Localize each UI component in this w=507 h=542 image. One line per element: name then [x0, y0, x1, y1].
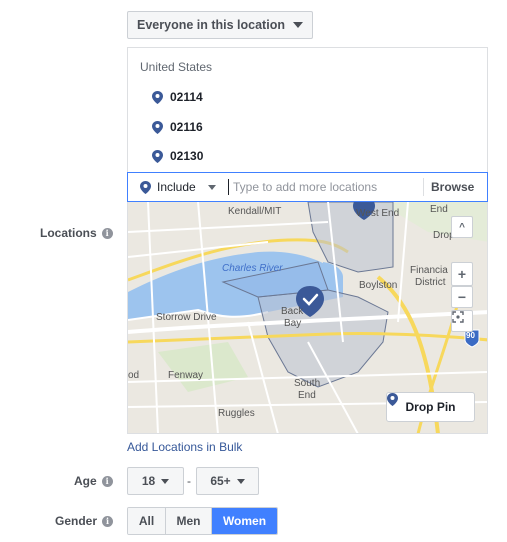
- map-label: Kendall/MIT: [228, 206, 282, 217]
- map-pin-icon: [387, 393, 398, 406]
- map-label: End: [298, 390, 316, 401]
- map-pin-icon: [152, 120, 163, 134]
- divider: [423, 178, 424, 196]
- age-min-dropdown[interactable]: 18: [127, 467, 184, 495]
- gender-label-text: Gender: [55, 514, 98, 528]
- map-label: Back: [281, 306, 304, 317]
- highway-shield-label: 90: [466, 331, 475, 340]
- location-item-label: 02130: [170, 149, 204, 163]
- locations-label: Locations i: [40, 226, 113, 240]
- age-range-dash: -: [187, 474, 191, 488]
- chevron-down-icon: [236, 478, 245, 484]
- chevron-down-icon: [161, 478, 170, 484]
- map-pan-up-button[interactable]: ^: [451, 216, 473, 238]
- map-label: End: [430, 204, 448, 215]
- map-label: Bay: [284, 318, 302, 329]
- map-label: Ruggles: [218, 408, 255, 419]
- map-pin-icon: [152, 149, 163, 163]
- drop-pin-button[interactable]: Drop Pin: [386, 392, 475, 422]
- location-item-label: 02116: [170, 120, 203, 134]
- map-label: od: [128, 370, 140, 381]
- zoom-out-button[interactable]: −: [451, 286, 473, 308]
- audience-dropdown-label: Everyone in this location: [137, 18, 285, 32]
- minus-icon: −: [457, 289, 467, 305]
- info-icon[interactable]: i: [101, 227, 113, 239]
- gender-selector: All Men Women: [127, 507, 278, 535]
- age-max-dropdown[interactable]: 65+: [196, 467, 259, 495]
- age-min-value: 18: [141, 474, 156, 488]
- map-label: Charles River: [222, 263, 283, 274]
- age-label-text: Age: [74, 474, 97, 488]
- audience-dropdown[interactable]: Everyone in this location: [127, 11, 313, 39]
- gender-label: Gender i: [55, 514, 114, 528]
- include-label: Include: [157, 180, 196, 194]
- gender-women-button[interactable]: Women: [212, 508, 277, 534]
- map-label: Financia: [410, 265, 448, 276]
- map-label: Boylston: [359, 280, 398, 291]
- fit-bounds-button[interactable]: [451, 310, 473, 332]
- browse-button[interactable]: Browse: [431, 180, 474, 194]
- age-label: Age i: [74, 474, 113, 488]
- location-item[interactable]: 02116: [152, 120, 203, 134]
- map-label: District: [415, 277, 446, 288]
- gender-men-button[interactable]: Men: [166, 508, 212, 534]
- chevron-down-icon: [207, 184, 216, 190]
- location-search-row: Include Browse: [127, 172, 488, 202]
- map-label: Storrow Drive: [156, 312, 217, 323]
- map[interactable]: Kendall/MIT West End End Drop Charles Ri…: [127, 202, 488, 434]
- add-locations-in-bulk-link[interactable]: Add Locations in Bulk: [127, 440, 242, 454]
- fit-bounds-icon: [452, 311, 464, 323]
- drop-pin-label: Drop Pin: [405, 400, 456, 414]
- map-label: South: [294, 378, 321, 389]
- location-item[interactable]: 02114: [152, 90, 203, 104]
- age-max-value: 65+: [210, 474, 231, 488]
- map-label: Fenway: [168, 370, 204, 381]
- info-icon[interactable]: i: [102, 515, 114, 527]
- map-label: West End: [356, 208, 400, 219]
- location-item-label: 02114: [170, 90, 203, 104]
- chevron-down-icon: [292, 22, 303, 28]
- location-search-input[interactable]: [229, 173, 419, 201]
- map-pin-icon: [140, 180, 151, 194]
- info-icon[interactable]: i: [101, 475, 113, 487]
- country-label: United States: [140, 60, 213, 74]
- map-pin-icon: [152, 90, 163, 104]
- locations-label-text: Locations: [40, 226, 97, 240]
- plus-icon: +: [457, 266, 467, 282]
- location-list: United States 02114 02116 02130: [127, 47, 488, 172]
- include-dropdown[interactable]: Include: [128, 173, 228, 201]
- location-item[interactable]: 02130: [152, 149, 203, 163]
- gender-all-button[interactable]: All: [128, 508, 166, 534]
- chevron-up-icon: ^: [459, 221, 465, 233]
- zoom-in-button[interactable]: +: [451, 262, 473, 286]
